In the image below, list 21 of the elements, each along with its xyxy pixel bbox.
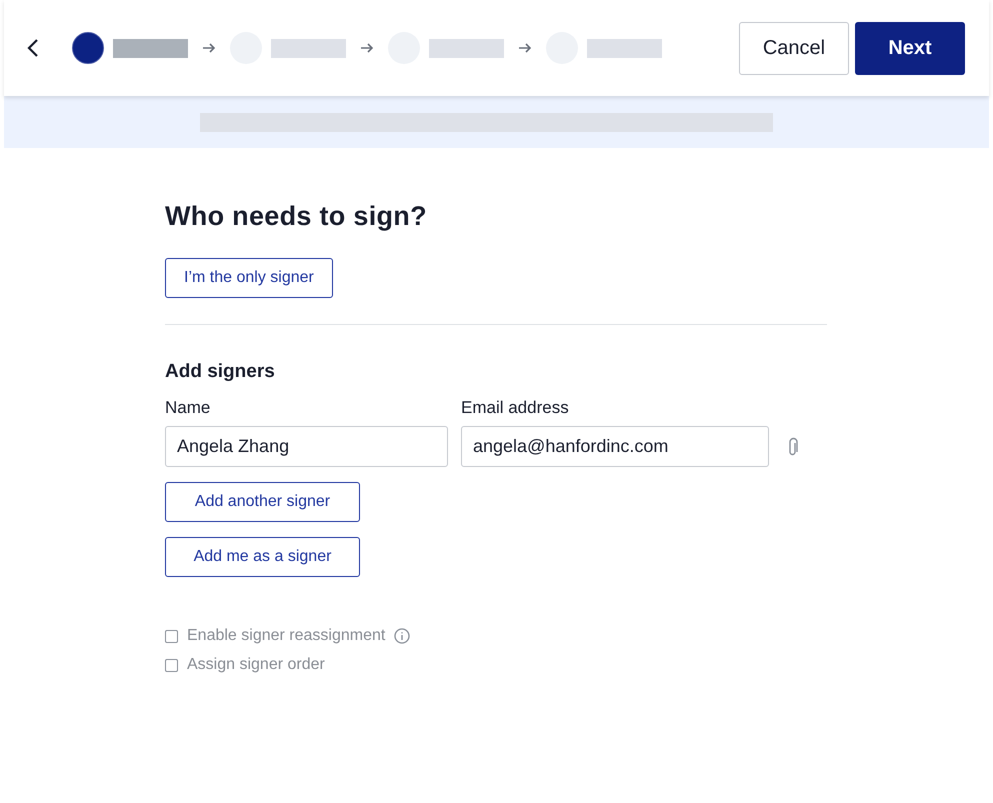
checkbox-label: Assign signer order <box>187 656 325 674</box>
arrow-icon <box>202 43 216 53</box>
next-button[interactable]: Next <box>855 22 965 74</box>
field-label: Name <box>165 398 212 418</box>
checkbox[interactable] <box>165 630 178 642</box>
add-signer-button[interactable]: Add another signer <box>165 482 360 522</box>
name-field[interactable]: Angela Zhang <box>165 426 448 467</box>
arrow-icon <box>360 43 374 53</box>
add-signer-button[interactable]: Add me as a signer <box>165 537 360 577</box>
checkbox[interactable] <box>165 658 178 672</box>
back-icon[interactable] <box>26 38 40 58</box>
only-signer-button[interactable]: I’m the only signer <box>165 258 333 298</box>
cancel-button[interactable]: Cancel <box>739 22 849 74</box>
email-field[interactable]: angela@hanfordinc.com <box>461 426 769 467</box>
checkbox-label: Enable signer reassignment <box>187 627 386 645</box>
field-label: Email address <box>461 398 570 418</box>
paperclip-icon[interactable] <box>787 436 799 456</box>
arrow-icon <box>518 43 532 53</box>
section-title: Add signers <box>165 361 275 383</box>
info-icon[interactable] <box>394 628 410 644</box>
page-heading: Who needs to sign? <box>165 201 427 232</box>
